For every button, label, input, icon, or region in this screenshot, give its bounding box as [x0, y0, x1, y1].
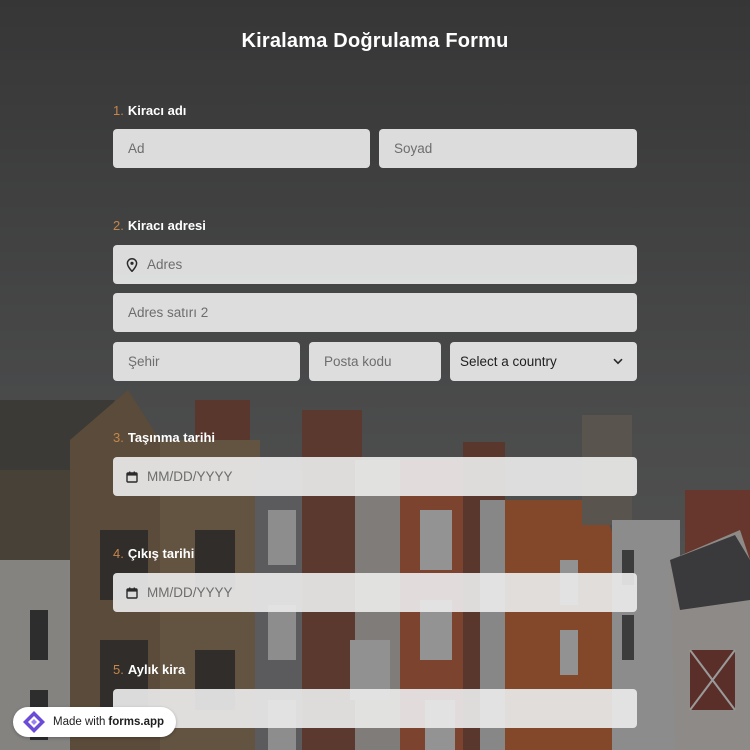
first-name-placeholder: Ad: [128, 141, 145, 156]
first-name-input[interactable]: Ad: [113, 129, 370, 168]
question-text: Kiracı adı: [127, 103, 187, 118]
badge-prefix: Made with: [53, 716, 106, 728]
question-2-label: 2. Kiracı adresi: [113, 218, 206, 233]
question-number: 4.: [113, 546, 124, 561]
monthly-rent-input[interactable]: [113, 689, 637, 728]
calendar-icon: [125, 470, 139, 484]
form-title: Kiralama Doğrulama Formu: [241, 30, 509, 52]
question-text: Aylık kira: [127, 662, 186, 677]
country-selected-value: Select a country: [460, 354, 557, 369]
zip-code-placeholder: Posta kodu: [324, 354, 392, 369]
question-number: 1.: [113, 103, 124, 118]
forms-app-logo-icon: [21, 709, 47, 735]
last-name-placeholder: Soyad: [394, 141, 433, 156]
zip-code-input[interactable]: Posta kodu: [309, 342, 441, 381]
made-with-forms-app-badge[interactable]: Made with forms.app: [13, 707, 177, 737]
question-1-label: 1. Kiracı adı: [113, 103, 186, 118]
city-input[interactable]: Şehir: [113, 342, 300, 381]
address-line-2-input[interactable]: Adres satırı 2: [113, 293, 637, 332]
country-select[interactable]: Select a country: [450, 342, 637, 381]
question-text: Kiracı adresi: [127, 218, 206, 233]
question-text: Taşınma tarihi: [127, 430, 216, 445]
last-name-input[interactable]: Soyad: [379, 129, 637, 168]
move-out-date-placeholder: MM/DD/YYYY: [147, 585, 233, 600]
move-out-date-input[interactable]: MM/DD/YYYY: [113, 573, 637, 612]
city-placeholder: Şehir: [128, 354, 160, 369]
address-line-2-placeholder: Adres satırı 2: [128, 305, 209, 320]
address-placeholder: Adres: [147, 257, 183, 272]
question-5-label: 5. Aylık kira: [113, 662, 185, 677]
question-number: 5.: [113, 662, 124, 677]
calendar-icon: [125, 586, 139, 600]
question-4-label: 4. Çıkış tarihi: [113, 546, 194, 561]
question-3-label: 3. Taşınma tarihi: [113, 430, 215, 445]
question-number: 3.: [113, 430, 124, 445]
map-pin-icon: [125, 257, 139, 272]
chevron-down-icon: [611, 355, 625, 369]
question-text: Çıkış tarihi: [127, 546, 195, 561]
rental-verification-form: Kiralama Doğrulama Formu 1. Kiracı adı Ad…: [0, 0, 750, 750]
question-number: 2.: [113, 218, 124, 233]
move-in-date-placeholder: MM/DD/YYYY: [147, 469, 233, 484]
address-input[interactable]: Adres: [113, 245, 637, 284]
badge-brand: forms.app: [108, 716, 165, 728]
move-in-date-input[interactable]: MM/DD/YYYY: [113, 457, 637, 496]
